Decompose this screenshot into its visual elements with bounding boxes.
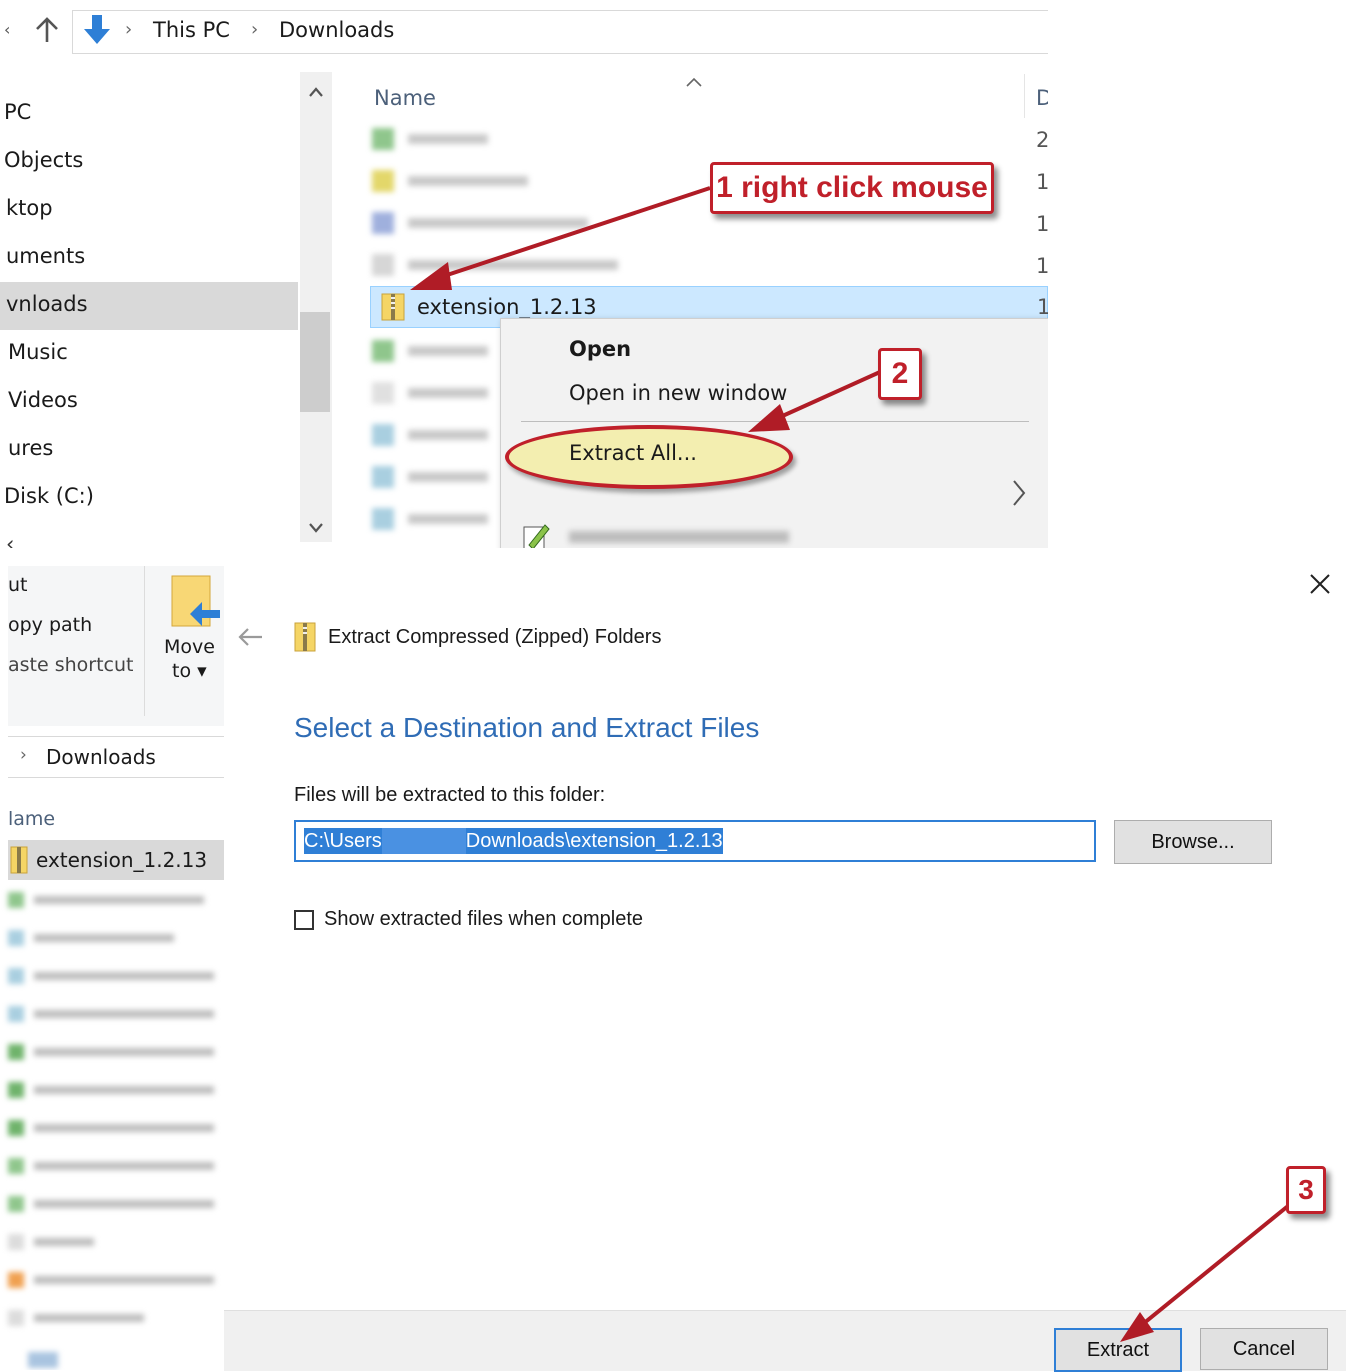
list-item[interactable] <box>8 928 218 948</box>
list-item[interactable] <box>8 1270 218 1290</box>
chevron-right-icon: › <box>20 745 27 765</box>
move-to-label-2: to ▾ <box>172 660 207 682</box>
callout-arrow-3 <box>1120 1204 1290 1342</box>
file-name: extension_1.2.13 <box>36 848 208 872</box>
move-to-icon <box>170 574 222 634</box>
list-item[interactable] <box>8 1194 218 1214</box>
list-item[interactable] <box>8 890 218 910</box>
callout-step-1: 1 right click mouse <box>710 162 994 214</box>
extract-wizard: Extract Compressed (Zipped) Folders Sele… <box>224 566 1346 1372</box>
move-to-label: Move <box>164 636 215 658</box>
ribbon-divider <box>144 566 145 716</box>
list-item[interactable] <box>8 1350 218 1370</box>
move-to-button[interactable]: Move to ▾ <box>158 572 224 692</box>
list-item[interactable] <box>8 1308 218 1328</box>
explorer-window: ‹ › This PC › Downloads PC Objects ktop … <box>0 0 1048 548</box>
second-explorer: ut opy path aste shortcut Move to ▾ › Do… <box>0 566 224 1370</box>
table-row-selected[interactable]: extension_1.2.13 <box>8 840 224 880</box>
column-header-name[interactable]: lame <box>8 808 55 830</box>
list-item[interactable] <box>8 966 218 986</box>
list-item[interactable] <box>8 1080 218 1100</box>
list-item[interactable] <box>8 1118 218 1138</box>
ribbon-copy-path[interactable]: opy path <box>8 614 92 636</box>
callout-step-3: 3 <box>1286 1166 1326 1214</box>
address-bar[interactable]: › Downloads <box>8 736 224 778</box>
list-item[interactable] <box>8 1004 218 1024</box>
ribbon-cut[interactable]: ut <box>8 574 28 596</box>
breadcrumb-downloads[interactable]: Downloads <box>46 745 156 769</box>
ribbon: ut opy path aste shortcut Move to ▾ <box>8 566 224 726</box>
list-item[interactable] <box>8 1042 218 1062</box>
list-item[interactable] <box>8 1156 218 1176</box>
ribbon-paste-shortcut[interactable]: aste shortcut <box>8 654 134 676</box>
list-item[interactable] <box>8 1232 218 1252</box>
zip-folder-icon <box>10 846 28 878</box>
callout-step-2: 2 <box>878 348 922 400</box>
callout-arrow-1 <box>410 186 881 432</box>
